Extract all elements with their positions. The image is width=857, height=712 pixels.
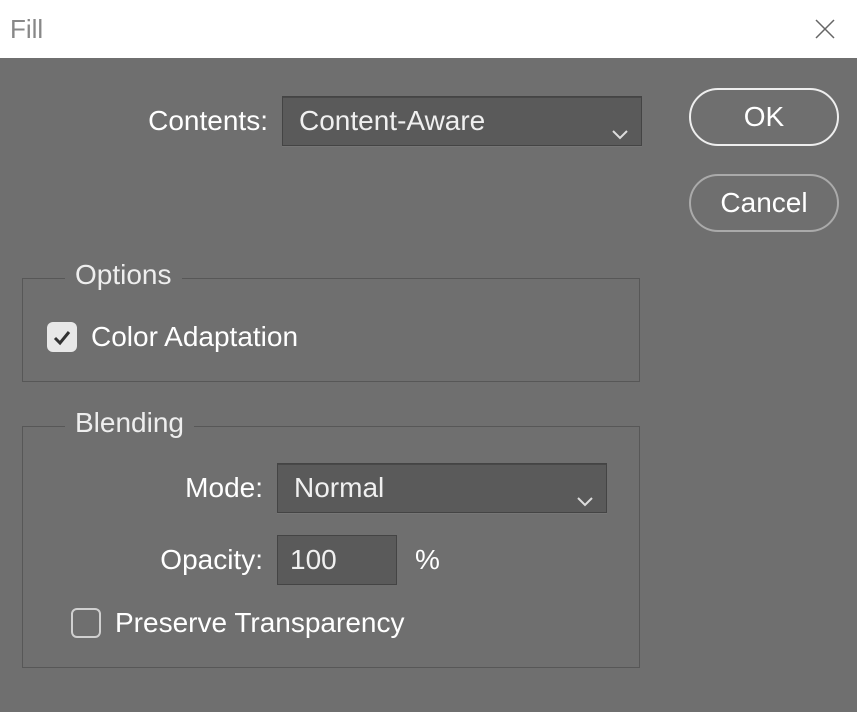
mode-select-value: Normal <box>294 472 384 504</box>
mode-label: Mode: <box>47 472 277 504</box>
blending-fieldset: Blending Mode: Normal Opacity: % Preserv… <box>22 426 640 668</box>
mode-row: Mode: Normal <box>47 463 615 513</box>
cancel-button[interactable]: Cancel <box>689 174 839 232</box>
opacity-input[interactable] <box>277 535 397 585</box>
blending-legend: Blending <box>65 407 194 439</box>
close-button[interactable] <box>809 13 841 45</box>
opacity-row: Opacity: % <box>47 535 615 585</box>
contents-select[interactable]: Content-Aware <box>282 96 642 146</box>
chevron-down-icon <box>576 482 594 494</box>
color-adaptation-checkbox-row[interactable]: Color Adaptation <box>47 321 615 353</box>
mode-select[interactable]: Normal <box>277 463 607 513</box>
ok-button[interactable]: OK <box>689 88 839 146</box>
contents-select-value: Content-Aware <box>299 105 485 137</box>
contents-label: Contents: <box>20 105 282 137</box>
checkmark-icon <box>52 327 72 347</box>
preserve-transparency-checkbox[interactable] <box>71 608 101 638</box>
dialog-title: Fill <box>10 14 43 45</box>
titlebar: Fill <box>0 0 857 58</box>
close-icon <box>814 18 836 40</box>
color-adaptation-label: Color Adaptation <box>91 321 298 353</box>
dialog-panel: Contents: Content-Aware OK Cancel Option… <box>0 58 857 712</box>
color-adaptation-checkbox[interactable] <box>47 322 77 352</box>
cancel-button-label: Cancel <box>720 187 807 219</box>
options-legend: Options <box>65 259 182 291</box>
options-fieldset: Options Color Adaptation <box>22 278 640 382</box>
preserve-transparency-label: Preserve Transparency <box>115 607 404 639</box>
preserve-transparency-checkbox-row[interactable]: Preserve Transparency <box>71 607 615 639</box>
chevron-down-icon <box>611 115 629 127</box>
opacity-label: Opacity: <box>47 544 277 576</box>
ok-button-label: OK <box>744 101 784 133</box>
opacity-suffix: % <box>415 544 440 576</box>
